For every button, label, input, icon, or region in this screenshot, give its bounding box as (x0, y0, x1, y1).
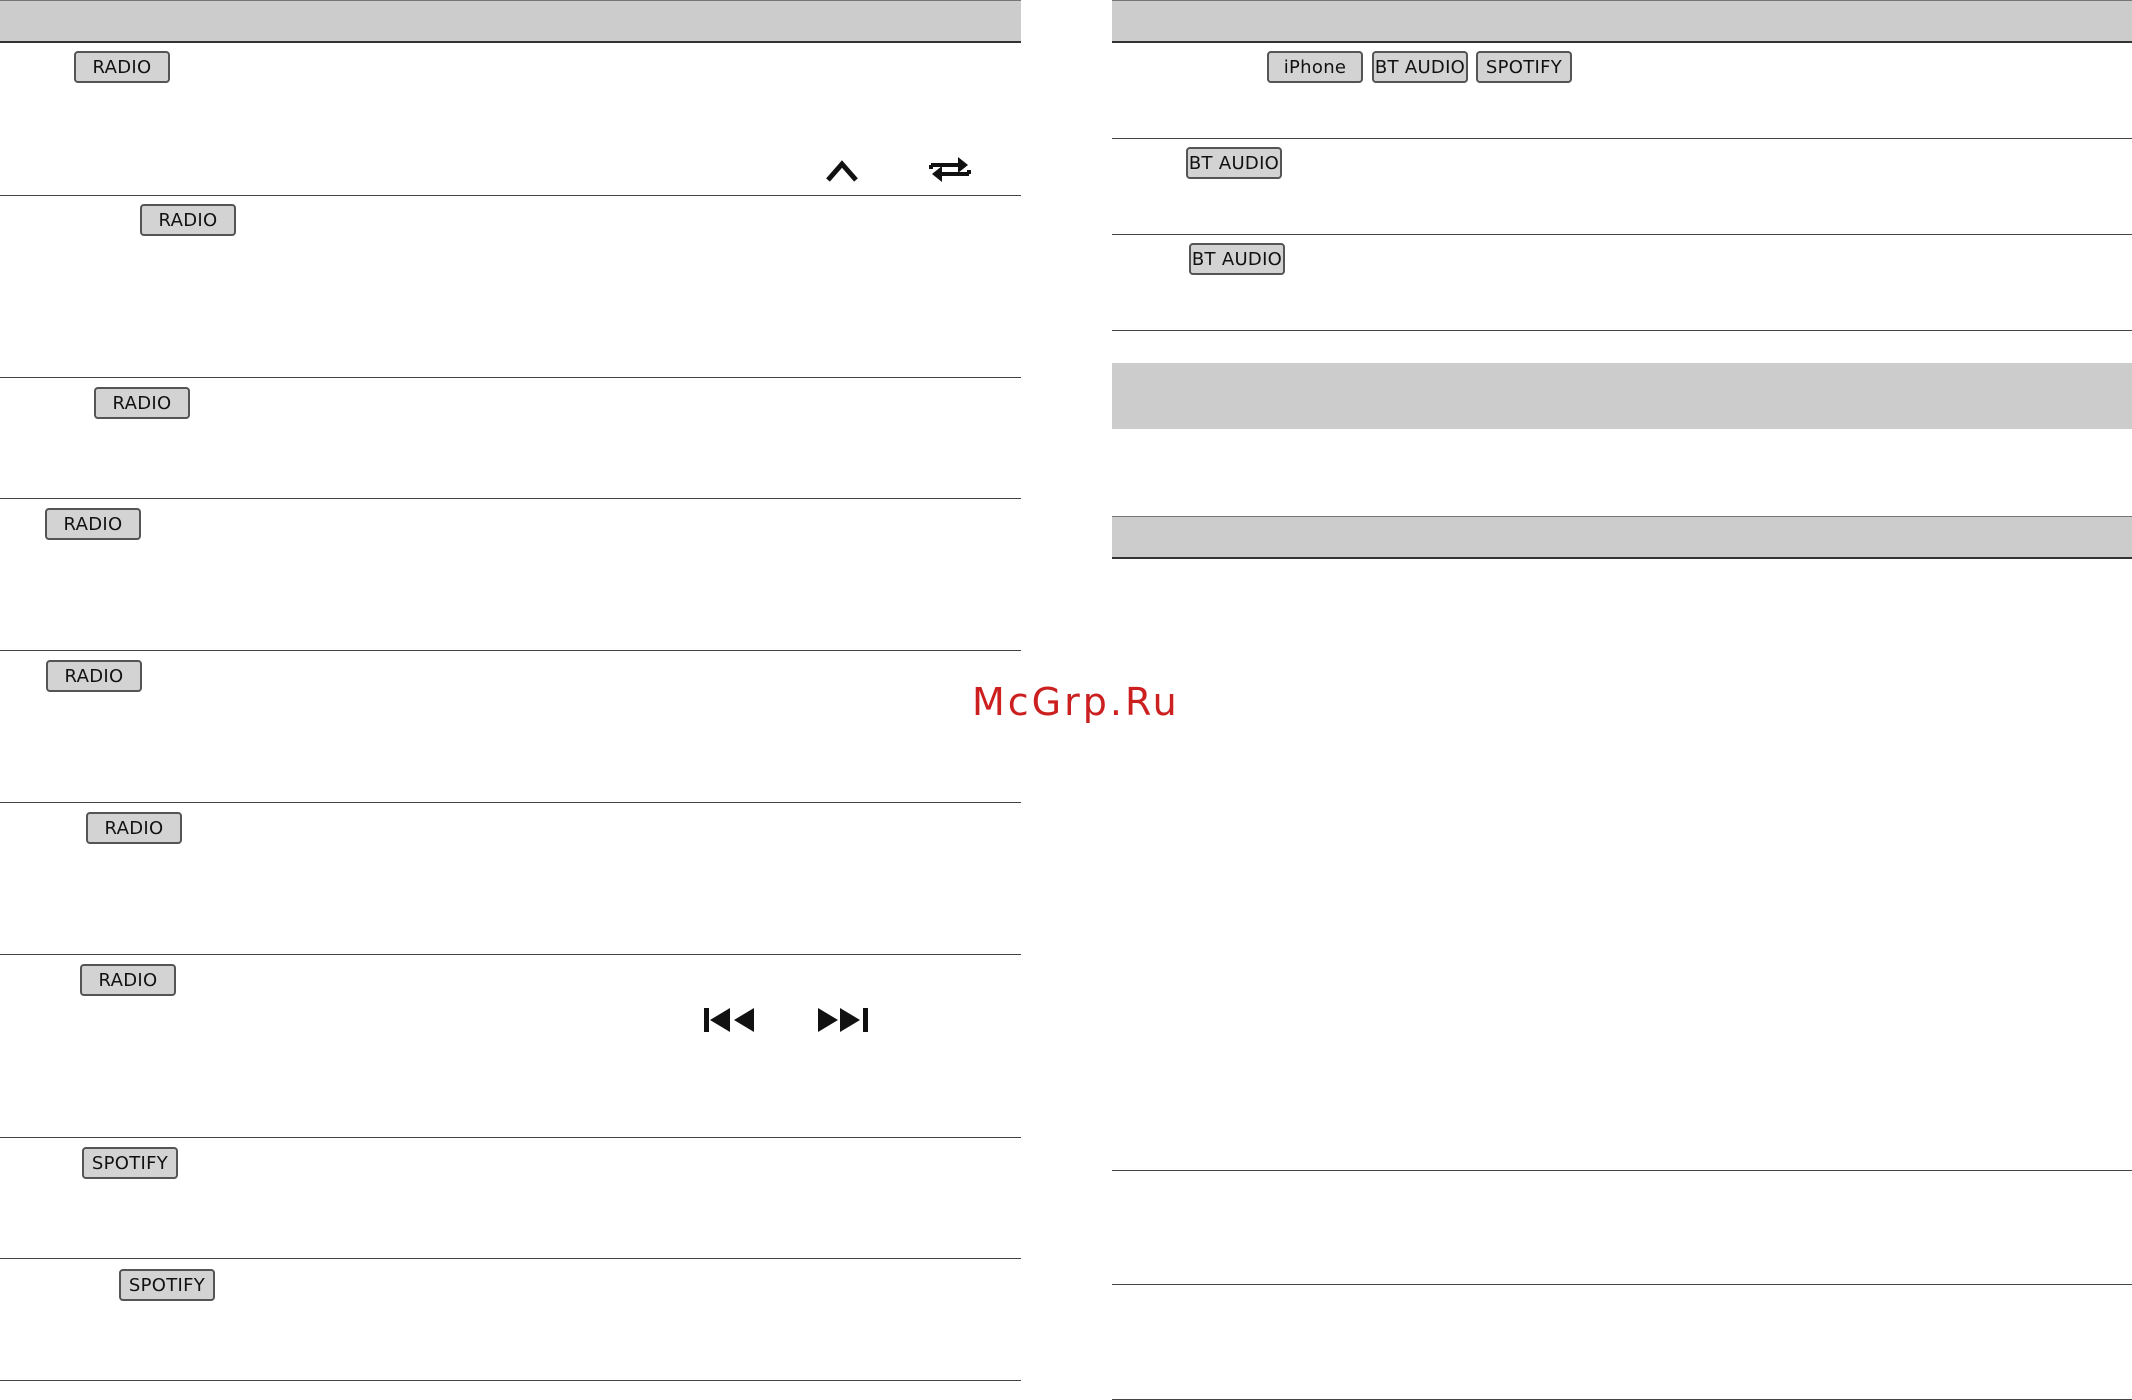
radio-tag-3: RADIO (94, 387, 190, 419)
iphone-tag: iPhone (1267, 51, 1363, 83)
row-divider (1112, 138, 2132, 139)
row-divider (1112, 330, 2132, 331)
row-divider (1112, 1284, 2132, 1285)
up-chevron-icon (826, 160, 858, 182)
left-table-header (0, 0, 1021, 43)
row-divider (1112, 1170, 2132, 1171)
spotify-tag-1: SPOTIFY (82, 1147, 178, 1179)
radio-tag-7: RADIO (80, 964, 176, 996)
watermark-text: McGrp.Ru (972, 680, 1180, 724)
radio-tag-1: RADIO (74, 51, 170, 83)
spotify-tag-3: SPOTIFY (1476, 51, 1572, 83)
row-divider (0, 650, 1021, 651)
row-divider (0, 195, 1021, 196)
row-divider (0, 1380, 1021, 1381)
bt-audio-tag-1: BT AUDIO (1372, 51, 1468, 83)
bt-audio-tag-2: BT AUDIO (1186, 147, 1282, 179)
radio-tag-2: RADIO (140, 204, 236, 236)
repeat-icon (929, 157, 971, 182)
section-heading-band (1112, 363, 2132, 429)
row-divider (0, 1137, 1021, 1138)
row-divider (0, 377, 1021, 378)
row-divider (0, 802, 1021, 803)
row-divider (0, 1258, 1021, 1259)
next-track-icon (818, 1008, 868, 1032)
radio-tag-4: RADIO (45, 508, 141, 540)
right-table-header (1112, 0, 2132, 43)
previous-track-icon (704, 1008, 754, 1032)
row-divider (0, 954, 1021, 955)
radio-tag-6: RADIO (86, 812, 182, 844)
spotify-tag-2: SPOTIFY (119, 1269, 215, 1301)
right-table-header-2 (1112, 516, 2132, 559)
row-divider (1112, 234, 2132, 235)
row-divider (0, 498, 1021, 499)
radio-tag-5: RADIO (46, 660, 142, 692)
bt-audio-tag-3: BT AUDIO (1189, 243, 1285, 275)
